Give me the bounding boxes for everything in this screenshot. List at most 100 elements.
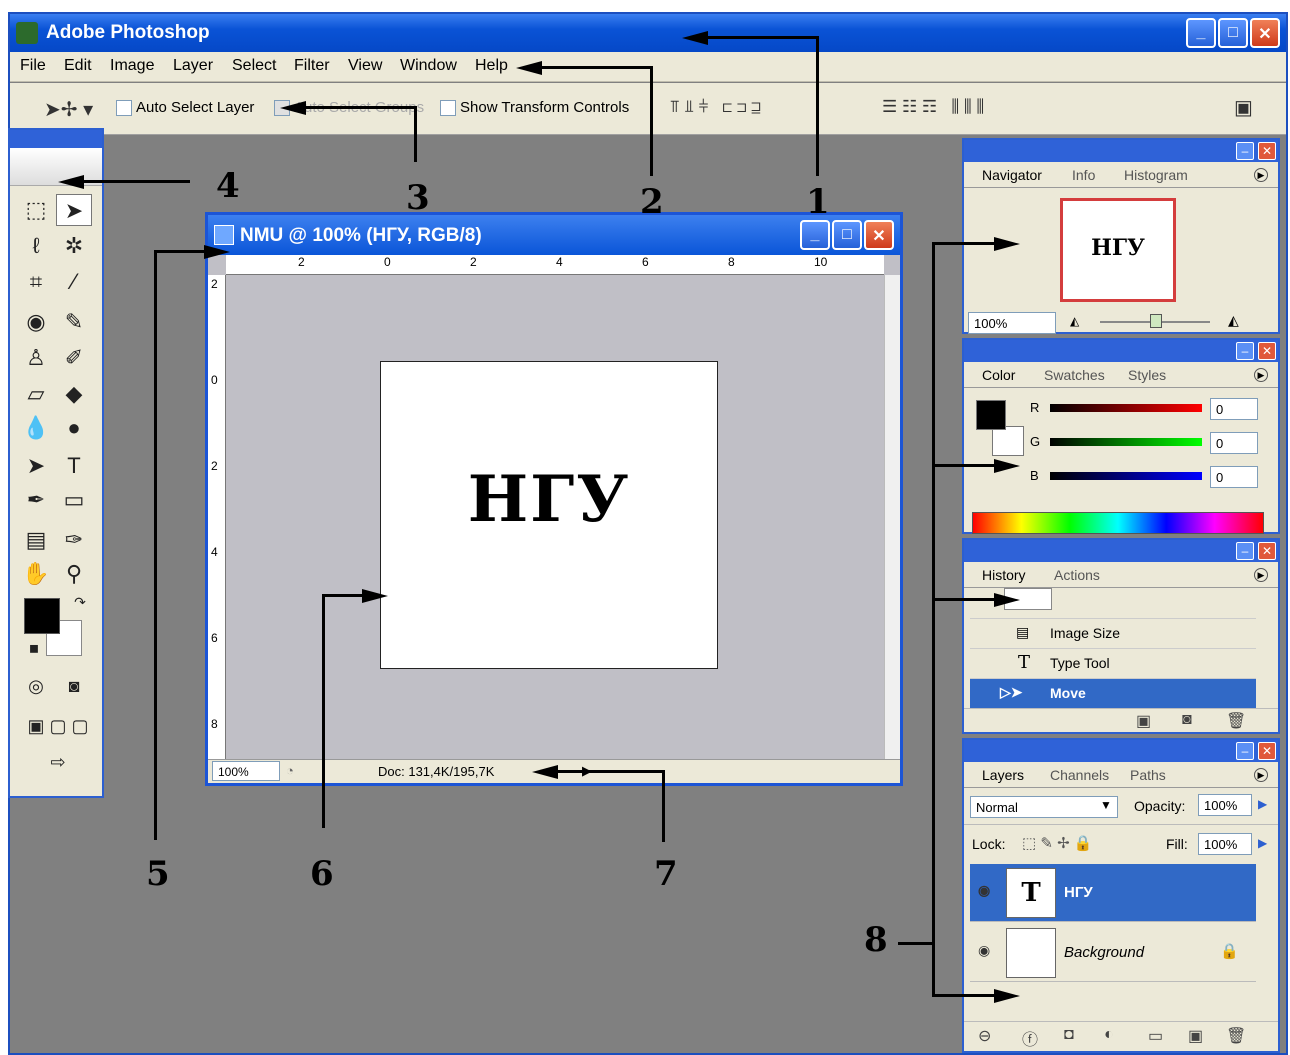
dodge-tool-icon[interactable]: ●	[56, 412, 92, 444]
palette-header[interactable]: – ✕	[964, 340, 1278, 362]
healing-brush-tool-icon[interactable]: ◉	[18, 306, 54, 338]
document-title-bar[interactable]: NMU @ 100% (НГУ, RGB/8) _ □ ✕	[208, 215, 900, 255]
lasso-tool-icon[interactable]: ℓ	[18, 230, 54, 262]
minimize-button[interactable]: _	[1186, 18, 1216, 48]
jump-to-imageready-icon[interactable]: ⇨	[14, 746, 102, 778]
color-background-swatch[interactable]	[992, 426, 1024, 456]
history-item[interactable]: ▷➤ Move	[970, 678, 1256, 708]
palette-minimize-button[interactable]: –	[1236, 542, 1254, 560]
title-bar[interactable]: Adobe Photoshop _ □ ✕	[10, 14, 1286, 52]
history-brush-tool-icon[interactable]: ✐	[56, 342, 92, 374]
channel-b-slider[interactable]	[1050, 472, 1202, 480]
eye-icon[interactable]: ◉	[978, 882, 990, 899]
palette-menu-icon[interactable]: ▶	[1254, 168, 1268, 182]
delete-layer-icon[interactable]: 🗑	[1226, 1026, 1246, 1046]
tab-info[interactable]: Info	[1072, 167, 1095, 183]
type-tool-icon[interactable]: T	[56, 450, 92, 482]
eraser-tool-icon[interactable]: ▱	[18, 378, 54, 410]
tab-styles[interactable]: Styles	[1128, 367, 1166, 383]
palette-close-button[interactable]: ✕	[1258, 542, 1276, 560]
color-spectrum-bar[interactable]	[972, 512, 1264, 534]
tab-actions[interactable]: Actions	[1054, 567, 1100, 583]
menu-image[interactable]: Image	[110, 57, 154, 75]
fill-field[interactable]: 100%	[1198, 833, 1252, 855]
zoom-out-icon[interactable]: ◭	[1070, 314, 1079, 328]
link-layers-icon[interactable]: ⊖	[978, 1026, 991, 1046]
foreground-color-swatch[interactable]	[24, 598, 60, 634]
channel-r-input[interactable]: 0	[1210, 398, 1258, 420]
palette-menu-icon[interactable]: ▶	[1254, 368, 1268, 382]
swap-colors-icon[interactable]: ↷	[62, 586, 98, 618]
marquee-tool-icon[interactable]: ⬚	[18, 194, 54, 226]
navigator-thumbnail[interactable]: НГУ	[1060, 198, 1176, 302]
paint-bucket-tool-icon[interactable]: ◆	[56, 378, 92, 410]
palette-header[interactable]: – ✕	[964, 540, 1278, 562]
palette-close-button[interactable]: ✕	[1258, 742, 1276, 760]
show-transform-checkbox[interactable]	[440, 100, 456, 116]
layer-row[interactable]: ◉ Background 🔒	[970, 924, 1256, 982]
eyedropper-tool-icon[interactable]: ✑	[56, 524, 92, 556]
hand-tool-icon[interactable]: ✋	[18, 558, 54, 590]
tools-palette-header[interactable]	[10, 130, 102, 148]
distribute-icons[interactable]: ☰ ☷ ☶ ⫼ ⫼ ⫼	[882, 97, 984, 117]
blur-tool-icon[interactable]: 💧	[18, 412, 54, 444]
zoom-in-icon[interactable]: ◭	[1228, 312, 1239, 329]
history-item[interactable]: T Type Tool	[970, 648, 1256, 678]
palette-close-button[interactable]: ✕	[1258, 342, 1276, 360]
pen-tool-icon[interactable]: ✒	[18, 484, 54, 516]
close-button[interactable]: ✕	[1250, 18, 1280, 48]
auto-select-layer-checkbox[interactable]	[116, 100, 132, 116]
align-icons[interactable]: ⫪ ⫫ ⫩ ⊏ ⊐ ⊒	[670, 97, 761, 117]
tab-histogram[interactable]: Histogram	[1124, 167, 1188, 183]
new-layer-icon[interactable]: ▣	[1188, 1026, 1203, 1046]
tab-layers[interactable]: Layers	[982, 767, 1024, 783]
maximize-button[interactable]: □	[1218, 18, 1248, 48]
palette-menu-icon[interactable]: ▶	[1254, 768, 1268, 782]
tab-channels[interactable]: Channels	[1050, 767, 1109, 783]
history-item[interactable]: ▤ Image Size	[970, 618, 1256, 648]
notes-tool-icon[interactable]: ▤	[18, 524, 54, 556]
lock-icons[interactable]: ⬚ ✎ ✢ 🔒	[1022, 834, 1093, 852]
image-canvas[interactable]: НГУ	[380, 361, 718, 669]
layer-row[interactable]: ◉ T НГУ	[970, 864, 1256, 922]
layer-style-icon[interactable]: ⓕ	[1022, 1026, 1038, 1050]
menu-select[interactable]: Select	[232, 57, 276, 75]
delete-state-icon[interactable]: 🗑	[1226, 711, 1246, 731]
menu-help[interactable]: Help	[475, 57, 508, 75]
palette-header[interactable]: – ✕	[964, 740, 1278, 762]
new-group-icon[interactable]: ▭	[1148, 1026, 1163, 1046]
palette-header[interactable]: – ✕	[964, 140, 1278, 162]
menu-layer[interactable]: Layer	[173, 57, 213, 75]
chevron-down-icon[interactable]: ▼	[1100, 798, 1112, 812]
magic-wand-tool-icon[interactable]: ✲	[56, 230, 92, 262]
palette-well-icon[interactable]: ▣	[1234, 95, 1253, 120]
palette-minimize-button[interactable]: –	[1236, 142, 1254, 160]
tab-swatches[interactable]: Swatches	[1044, 367, 1105, 383]
clone-stamp-tool-icon[interactable]: ♙	[18, 342, 54, 374]
color-foreground-swatch[interactable]	[976, 400, 1006, 430]
slice-tool-icon[interactable]: ⁄	[56, 266, 92, 298]
doc-minimize-button[interactable]: _	[800, 220, 830, 250]
layer-mask-icon[interactable]: ◘	[1064, 1026, 1074, 1044]
crop-tool-icon[interactable]: ⌗	[18, 266, 54, 298]
menu-file[interactable]: File	[20, 57, 46, 75]
screen-mode-icons[interactable]: ▣ ▢ ▢	[14, 710, 102, 742]
new-document-from-state-icon[interactable]: ▣	[1136, 711, 1151, 731]
tab-history[interactable]: History	[982, 567, 1026, 583]
vertical-ruler[interactable]: 2 0 2 4 6 8	[208, 275, 226, 759]
navigator-zoom-field[interactable]: 100%	[968, 312, 1056, 334]
tab-paths[interactable]: Paths	[1130, 767, 1166, 783]
horizontal-ruler[interactable]: 2 0 2 4 6 8 10	[226, 255, 884, 275]
menu-window[interactable]: Window	[400, 57, 457, 75]
tab-navigator[interactable]: Navigator	[982, 167, 1042, 183]
fill-arrow-icon[interactable]: ▶	[1258, 836, 1267, 850]
doc-close-button[interactable]: ✕	[864, 220, 894, 250]
opacity-field[interactable]: 100%	[1198, 794, 1252, 816]
document-vertical-scrollbar[interactable]	[884, 275, 900, 759]
move-tool-icon[interactable]: ➤	[56, 194, 92, 226]
status-menu-icon[interactable]: ◔	[286, 763, 294, 778]
palette-close-button[interactable]: ✕	[1258, 142, 1276, 160]
zoom-slider-thumb[interactable]	[1150, 314, 1162, 328]
palette-minimize-button[interactable]: –	[1236, 742, 1254, 760]
adjustment-layer-icon[interactable]: ◐	[1104, 1026, 1114, 1044]
